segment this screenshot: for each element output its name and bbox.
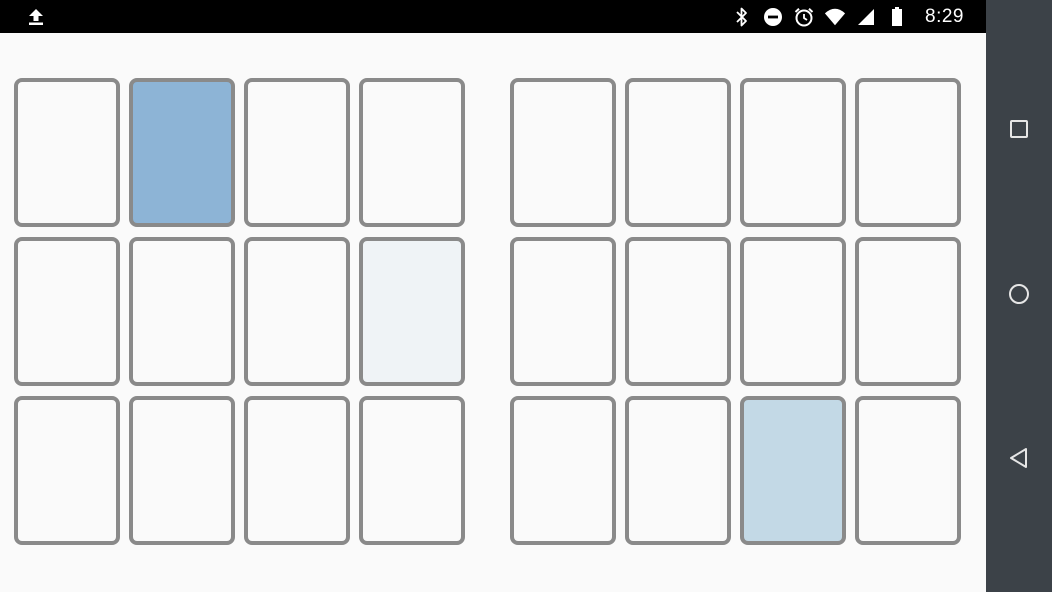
recents-button[interactable]: [986, 101, 1052, 161]
card-right-4[interactable]: [855, 78, 961, 227]
status-bar: 8:29: [0, 0, 986, 33]
card-right-8[interactable]: [855, 237, 961, 386]
left-card-grid: [14, 78, 465, 545]
card-right-7[interactable]: [740, 237, 846, 386]
card-left-7[interactable]: [244, 237, 350, 386]
card-right-6[interactable]: [625, 237, 731, 386]
card-left-6[interactable]: [129, 237, 235, 386]
card-right-9[interactable]: [510, 396, 616, 545]
battery-icon: [886, 6, 908, 28]
card-left-1[interactable]: [14, 78, 120, 227]
signal-icon: [855, 6, 877, 28]
card-right-5[interactable]: [510, 237, 616, 386]
home-button[interactable]: [986, 266, 1052, 326]
card-right-12[interactable]: [855, 396, 961, 545]
navigation-bar: [986, 0, 1052, 592]
card-left-5[interactable]: [14, 237, 120, 386]
card-left-12[interactable]: [359, 396, 465, 545]
home-circle-icon: [1007, 282, 1031, 311]
card-right-2[interactable]: [625, 78, 731, 227]
card-left-4[interactable]: [359, 78, 465, 227]
card-left-11[interactable]: [244, 396, 350, 545]
card-left-10[interactable]: [129, 396, 235, 545]
recents-square-icon: [1008, 118, 1030, 145]
alarm-icon: [793, 6, 815, 28]
card-right-10[interactable]: [625, 396, 731, 545]
wifi-icon: [824, 6, 846, 28]
card-left-8-faint[interactable]: [359, 237, 465, 386]
card-left-9[interactable]: [14, 396, 120, 545]
card-left-2-selected[interactable]: [129, 78, 235, 227]
card-right-11-highlighted[interactable]: [740, 396, 846, 545]
upload-icon: [26, 7, 46, 27]
back-button[interactable]: [986, 430, 1052, 490]
card-right-3[interactable]: [740, 78, 846, 227]
clock-time: 8:29: [925, 5, 964, 27]
game-board: [0, 33, 986, 592]
right-card-grid: [510, 78, 961, 545]
bluetooth-icon: [731, 6, 753, 28]
card-right-1[interactable]: [510, 78, 616, 227]
back-triangle-icon: [1007, 446, 1031, 475]
do-not-disturb-icon: [762, 6, 784, 28]
card-left-3[interactable]: [244, 78, 350, 227]
